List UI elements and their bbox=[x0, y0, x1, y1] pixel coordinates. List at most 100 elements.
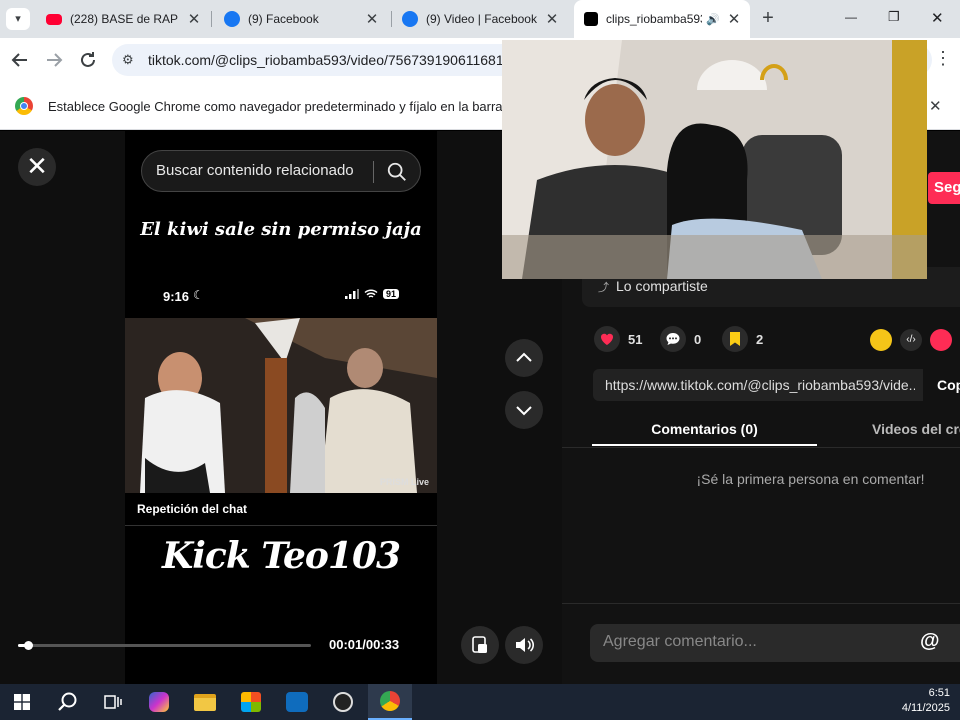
embed-icon[interactable]: ‹/› bbox=[900, 329, 922, 351]
comment-input[interactable]: Agregar comentario... @ bbox=[590, 624, 960, 662]
video-caption-top: El kiwi sale sin permiso jaja bbox=[140, 219, 422, 240]
store-app[interactable] bbox=[235, 688, 267, 716]
chevron-down-icon: ▾ bbox=[15, 13, 21, 25]
close-icon[interactable]: ✕ bbox=[364, 10, 380, 28]
wifi-icon bbox=[364, 289, 378, 298]
tab-title: (228) BASE de RAP con bbox=[70, 12, 180, 26]
arrow-left-icon bbox=[11, 53, 27, 67]
youtube-icon bbox=[46, 13, 62, 25]
close-icon[interactable]: ✕ bbox=[726, 10, 742, 28]
webcam-scene bbox=[502, 40, 927, 279]
search-icon[interactable] bbox=[386, 161, 408, 183]
infobar-message: Establece Google Chrome como navegador p… bbox=[48, 99, 536, 114]
start-button[interactable] bbox=[6, 688, 38, 716]
video-frame[interactable]: PRISM Live bbox=[125, 318, 437, 493]
close-player-button[interactable]: ✕ bbox=[18, 148, 56, 186]
video-caption-bottom: Kick Teo103 bbox=[161, 535, 401, 577]
close-icon[interactable]: ✕ bbox=[544, 10, 560, 28]
copy-link-button[interactable]: Copiar bbox=[926, 369, 960, 401]
comment-placeholder: Agregar comentario... bbox=[603, 633, 757, 650]
share-link[interactable]: https://www.tiktok.com/@clips_riobamba59… bbox=[605, 377, 915, 393]
repost-icon[interactable] bbox=[870, 329, 892, 351]
tiktok-icon bbox=[584, 12, 598, 26]
outlook-app[interactable] bbox=[281, 688, 313, 716]
reload-icon bbox=[81, 52, 95, 67]
phone-clock: 9:16 bbox=[163, 289, 190, 304]
chrome-app[interactable] bbox=[368, 684, 412, 720]
comment-icon[interactable] bbox=[660, 326, 686, 352]
menu-button[interactable]: ⋮ bbox=[934, 48, 952, 69]
chat-replay-label: Repetición del chat bbox=[137, 502, 248, 516]
close-icon[interactable]: ✕ bbox=[186, 10, 202, 28]
webcam-overlay bbox=[502, 40, 927, 279]
progress-handle[interactable] bbox=[23, 641, 33, 650]
progress-bar[interactable] bbox=[18, 641, 311, 650]
tab-title: (9) Facebook bbox=[248, 12, 319, 26]
task-view-button[interactable] bbox=[97, 688, 129, 716]
previous-video-button[interactable] bbox=[505, 339, 543, 377]
obs-icon bbox=[333, 692, 353, 712]
volume-button[interactable] bbox=[505, 626, 543, 664]
back-button[interactable] bbox=[8, 48, 32, 72]
tab-search-button[interactable]: ▾ bbox=[6, 8, 30, 30]
divider bbox=[562, 603, 960, 604]
search-divider bbox=[373, 161, 374, 183]
phone-status-icons: 91 bbox=[345, 289, 400, 299]
save-stat[interactable]: 2 bbox=[722, 326, 763, 352]
minimize-button[interactable]: — bbox=[845, 10, 857, 24]
store-icon bbox=[241, 692, 261, 712]
infobar-close-button[interactable]: ✕ bbox=[929, 97, 942, 115]
chrome-icon bbox=[380, 691, 400, 711]
window-close-button[interactable]: ✕ bbox=[931, 9, 944, 27]
chevron-down-icon bbox=[516, 406, 532, 416]
battery-level: 91 bbox=[383, 289, 400, 299]
clock-time: 6:51 bbox=[928, 687, 950, 699]
forward-button[interactable] bbox=[42, 48, 66, 72]
chevron-up-icon bbox=[516, 352, 532, 362]
site-settings-icon[interactable]: ⚙ bbox=[122, 52, 134, 68]
signal-icon bbox=[345, 289, 359, 299]
moon-icon: ☾ bbox=[193, 288, 204, 302]
miniplayer-button[interactable] bbox=[461, 626, 499, 664]
heart-icon[interactable] bbox=[594, 326, 620, 352]
new-tab-button[interactable]: + bbox=[758, 7, 778, 30]
tab-creator-videos[interactable]: Videos del creador bbox=[872, 421, 960, 437]
follow-button[interactable]: Seguir bbox=[928, 172, 960, 204]
volume-icon bbox=[516, 638, 534, 652]
share-icon: ⤴ bbox=[598, 282, 609, 294]
restore-button[interactable]: ❐ bbox=[888, 9, 900, 25]
active-tab-indicator bbox=[592, 444, 817, 446]
folder-icon bbox=[194, 693, 216, 711]
url-text[interactable]: tiktok.com/@clips_riobamba593/video/7567… bbox=[148, 52, 527, 68]
tab-tiktok[interactable]: clips_riobamba593 🔊 ✕ bbox=[574, 0, 750, 38]
reload-button[interactable] bbox=[76, 48, 100, 72]
chrome-icon-center bbox=[20, 102, 28, 110]
comment-stat[interactable]: 0 bbox=[660, 326, 701, 352]
tab-strip: ▾ (228) BASE de RAP con ✕ (9) Facebook ✕… bbox=[0, 0, 960, 38]
related-search-input[interactable]: Buscar contenido relacionado bbox=[141, 150, 421, 192]
tab-youtube[interactable]: (228) BASE de RAP con ✕ bbox=[40, 0, 210, 38]
speaker-icon[interactable]: 🔊 bbox=[706, 13, 720, 26]
facebook-icon bbox=[402, 11, 418, 27]
copilot-app[interactable] bbox=[143, 688, 175, 716]
like-stat[interactable]: 51 bbox=[594, 326, 642, 352]
windows-icon bbox=[14, 694, 30, 710]
facebook-icon bbox=[224, 11, 240, 27]
next-video-button[interactable] bbox=[505, 391, 543, 429]
obs-app[interactable] bbox=[327, 688, 359, 716]
search-button[interactable] bbox=[52, 688, 84, 716]
tab-comments[interactable]: Comentarios (0) bbox=[592, 421, 817, 437]
share-link-field[interactable]: https://www.tiktok.com/@clips_riobamba59… bbox=[593, 369, 923, 401]
video-scene bbox=[125, 318, 437, 493]
tab-separator bbox=[211, 11, 212, 27]
search-placeholder: Buscar contenido relacionado bbox=[156, 162, 354, 179]
bookmark-icon[interactable] bbox=[722, 326, 748, 352]
send-icon[interactable] bbox=[930, 329, 952, 351]
system-clock[interactable]: 6:51 4/11/2025 bbox=[902, 686, 950, 716]
tab-title: (9) Video | Facebook bbox=[426, 12, 537, 26]
tab-facebook[interactable]: (9) Facebook ✕ bbox=[218, 0, 388, 38]
file-explorer-app[interactable] bbox=[189, 688, 221, 716]
tab-facebook-video[interactable]: (9) Video | Facebook ✕ bbox=[396, 0, 568, 38]
mention-icon[interactable]: @ bbox=[920, 630, 940, 653]
tab-title: clips_riobamba593 bbox=[606, 12, 703, 26]
